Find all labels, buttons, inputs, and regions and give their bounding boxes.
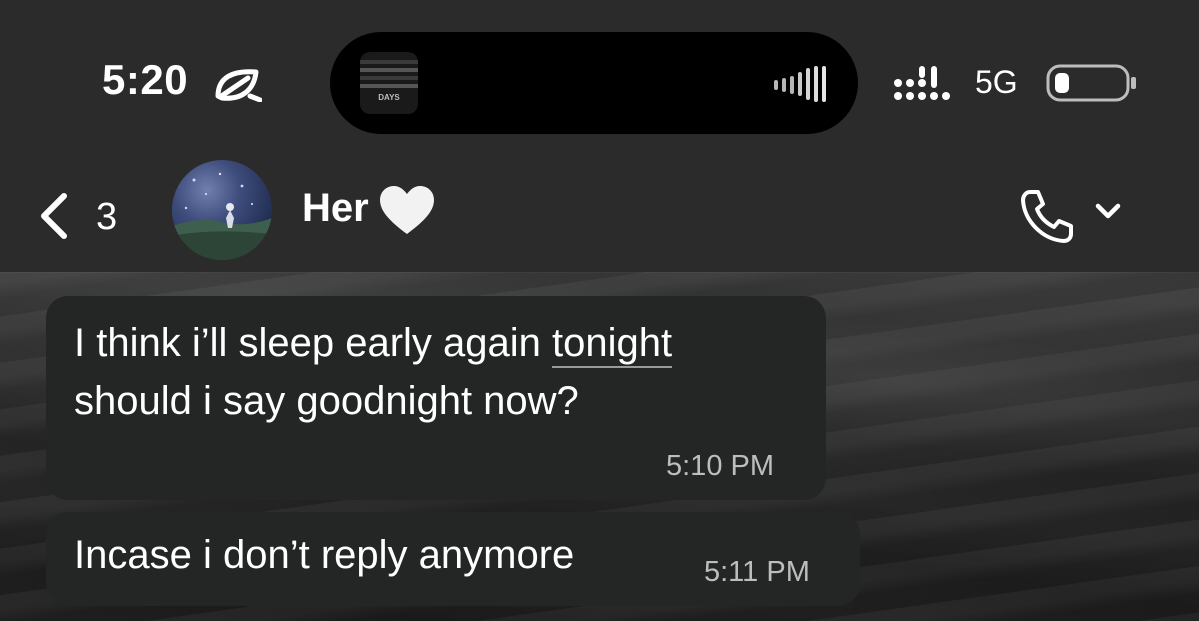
status-time: 5:20 <box>102 56 189 103</box>
top-bar: 5:20 DAYS 5G 3 Her <box>0 0 1199 272</box>
avatar[interactable] <box>172 160 272 260</box>
message-text: should i say goodnight now? <box>74 379 579 423</box>
message-text: I think i’ll sleep early again <box>74 321 553 365</box>
white-heart-icon <box>380 186 434 234</box>
focus-leaf-icon <box>215 69 262 102</box>
tonight-link[interactable]: tonight <box>552 321 673 368</box>
phone-icon <box>1021 190 1121 243</box>
album-caption: DAYS <box>378 93 400 102</box>
battery-icon <box>1046 64 1136 102</box>
album-art[interactable]: DAYS <box>360 52 418 114</box>
audio-waveform-icon <box>774 66 826 102</box>
message-line: I think i’ll sleep early again tonight <box>74 314 673 372</box>
contact-name[interactable]: Her <box>302 186 369 231</box>
cellular-signal-icon <box>894 66 950 100</box>
message-timestamp: 5:10 PM <box>666 450 774 482</box>
back-button[interactable]: 3 <box>30 188 140 244</box>
call-button[interactable] <box>1016 186 1128 246</box>
network-type: 5G <box>975 64 1018 100</box>
chevron-left-icon <box>41 193 67 239</box>
unread-count: 3 <box>96 196 118 238</box>
message-bubble[interactable]: Incase i don’t reply anymore 5:11 PM <box>46 512 860 606</box>
message-bubble[interactable]: I think i’ll sleep early again tonight s… <box>46 296 826 500</box>
message-timestamp: 5:11 PM <box>704 556 810 588</box>
message-text: Incase i don’t reply anymore <box>74 533 575 577</box>
chevron-down-icon <box>1095 203 1121 219</box>
avatar-image <box>172 172 272 260</box>
